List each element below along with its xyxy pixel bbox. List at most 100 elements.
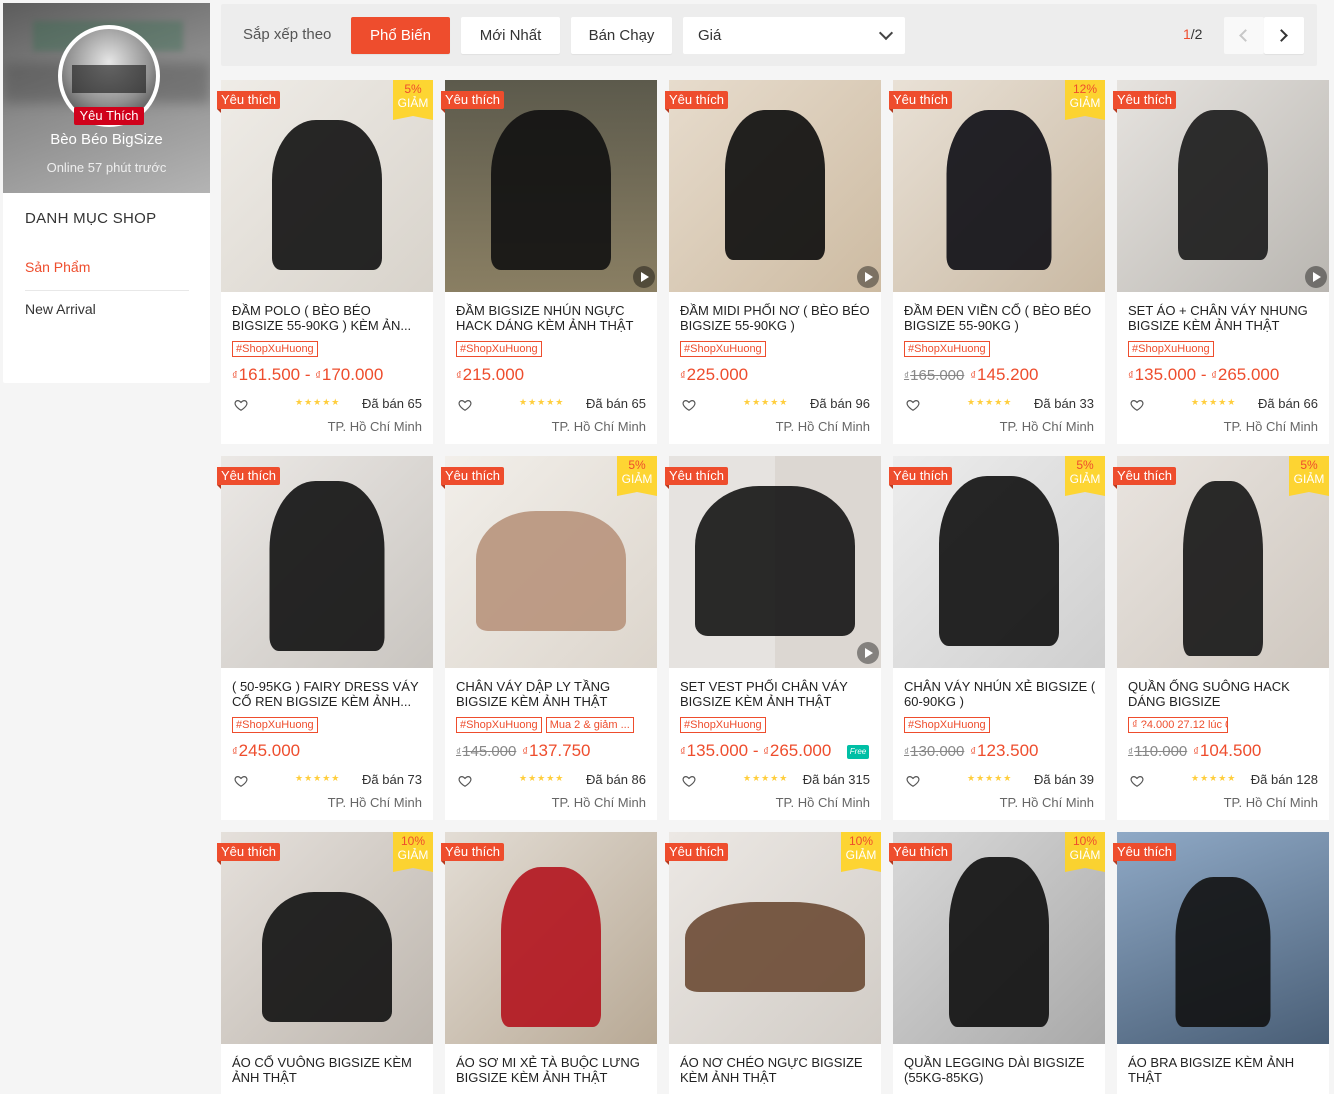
price-max-value: 265.000 — [1217, 365, 1280, 384]
original-price-value: 165.000 — [910, 367, 965, 384]
product-card[interactable]: Yêu thích ÁO SƠ MI XẺ TÀ BUỘC LƯNG BIGSIZ… — [441, 832, 657, 1094]
product-card[interactable]: Yêu thích ĐẦM MIDI PHỐI NƠ ( BÈO BÉO BIGS… — [665, 80, 881, 444]
shop-online-status: Online 57 phút trước — [46, 160, 167, 175]
shop-name[interactable]: Bèo Béo BigSize — [3, 131, 210, 148]
product-tag: #ShopXuHuong — [456, 717, 542, 733]
sort-newest-button[interactable]: Mới Nhất — [461, 17, 560, 54]
play-video-icon[interactable] — [633, 266, 655, 288]
product-title[interactable]: SET ÁO + CHÂN VÁY NHUNG BIGSIZE KÈM ẢNH … — [1128, 303, 1320, 333]
preferred-badge: Yêu thích — [1113, 843, 1176, 865]
product-title[interactable]: ĐẦM POLO ( BÈO BÉO BIGSIZE 55-90KG ) KÈM… — [232, 303, 424, 333]
preferred-badge: Yêu thích — [217, 467, 280, 489]
play-video-icon[interactable] — [857, 642, 879, 664]
preferred-badge: Yêu thích — [665, 467, 728, 489]
product-tags: #ShopXuHuong Mua 2 & giảm ... — [456, 717, 634, 733]
heart-icon[interactable] — [458, 774, 472, 788]
product-title[interactable]: CHÂN VÁY DẬP LY TẦNG BIGSIZE KÈM ẢNH THẬ… — [456, 679, 648, 709]
product-tags: #ShopXuHuong — [680, 341, 766, 357]
discount-label: GIẢM — [397, 848, 429, 862]
product-card[interactable]: Yêu thích SET VEST PHỐI CHÂN VÁY BIGSIZE … — [665, 456, 881, 820]
product-card[interactable]: Yêu thích 10% GIẢM QUẦN LEGGING DÀI BIGSIZE… — [889, 832, 1105, 1094]
product-title[interactable]: QUẦN ỐNG SUÔNG HACK DÁNG BIGSIZE — [1128, 679, 1320, 709]
product-title[interactable]: QUẦN LEGGING DÀI BIGSIZE (55kg-85kg) — [904, 1055, 1096, 1085]
original-price: ₫145.000 — [456, 743, 517, 760]
play-video-icon[interactable] — [1305, 266, 1327, 288]
product-photo-subject — [501, 867, 601, 1027]
preferred-badge: Yêu thích — [665, 843, 728, 865]
product-image[interactable] — [1117, 80, 1329, 292]
product-tags: ₫ ?4.000 27.12 lúc 00:00 — [1128, 717, 1228, 733]
category-item-products[interactable]: Sản Phẩm — [25, 259, 90, 275]
product-tag: ₫ ?4.000 27.12 lúc 00:00 — [1128, 717, 1228, 733]
discount-percent: 5% — [404, 82, 422, 96]
rating-stars-icon: ★★★★★ — [295, 397, 341, 407]
product-card[interactable]: Yêu thích ÁO BRA BIGSIZE KÈM ẢNH THẬT — [1113, 832, 1329, 1094]
product-card[interactable]: Yêu thích 5% GIẢM CHÂN VÁY NHÚN XẺ BIGSIZE … — [889, 456, 1105, 820]
product-price: ₫165.000 ₫145.200 — [904, 365, 1039, 384]
discount-badge: 5% GIẢM — [1065, 456, 1105, 496]
heart-icon[interactable] — [906, 398, 920, 412]
heart-icon[interactable] — [234, 398, 248, 412]
product-image[interactable] — [669, 80, 881, 292]
discount-badge: 10% GIẢM — [393, 832, 433, 872]
product-title[interactable]: SET VEST PHỐI CHÂN VÁY BIGSIZE KÈM ẢNH T… — [680, 679, 872, 709]
product-card[interactable]: Yêu thích 12% GIẢM ĐẦM ĐEN VIỀN CỔ ( BÈO BÉ… — [889, 80, 1105, 444]
heart-icon[interactable] — [234, 774, 248, 788]
sort-bestselling-button[interactable]: Bán Chạy — [571, 17, 672, 54]
product-tag: #ShopXuHuong — [232, 341, 318, 357]
next-page-button[interactable] — [1264, 17, 1304, 54]
product-image[interactable] — [445, 832, 657, 1044]
product-title[interactable]: ĐẦM BIGSIZE NHÚN NGỰC HACK DÁNG KÈM ẢNH … — [456, 303, 648, 333]
product-location: TP. Hồ Chí Minh — [551, 795, 646, 810]
product-title[interactable]: ÁO NƠ CHÉO NGỰC BIGSIZE KÈM ẢNH THẬT — [680, 1055, 872, 1085]
product-card[interactable]: Yêu thích 5% GIẢM ĐẦM POLO ( BÈO BÉO BIGSIZ… — [217, 80, 433, 444]
product-title[interactable]: ( 50-95kg ) FAIRY DRESS VÁY CỔ REN BIGSI… — [232, 679, 424, 709]
product-photo-subject — [939, 476, 1059, 646]
product-card[interactable]: Yêu thích ĐẦM BIGSIZE NHÚN NGỰC HACK DÁNG… — [441, 80, 657, 444]
heart-icon[interactable] — [682, 398, 696, 412]
product-card[interactable]: Yêu thích ( 50-95kg ) FAIRY DRESS VÁY CỔ … — [217, 456, 433, 820]
sold-count: Đã bán 96 — [810, 396, 870, 411]
product-title[interactable]: ÁO BRA BIGSIZE KÈM ẢNH THẬT — [1128, 1055, 1320, 1085]
price-value: 135.000 — [686, 741, 749, 760]
heart-icon[interactable] — [1130, 774, 1144, 788]
prev-page-button[interactable] — [1224, 17, 1264, 54]
shop-header[interactable]: Yêu Thích Bèo Béo BigSize Online 57 phút… — [3, 3, 210, 193]
price-value: 215.000 — [462, 365, 525, 384]
product-photo-subject — [949, 857, 1049, 1027]
sort-popular-button[interactable]: Phổ Biến — [351, 17, 450, 54]
product-image[interactable] — [221, 456, 433, 668]
discount-percent: 5% — [1300, 458, 1318, 472]
price-value: 225.000 — [686, 365, 749, 384]
product-card[interactable]: Yêu thích 5% GIẢM QUẦN ỐNG SUÔNG HACK DÁNG … — [1113, 456, 1329, 820]
product-card[interactable]: Yêu thích 10% GIẢM ÁO CỔ VUÔNG BIGSIZE KÈM … — [217, 832, 433, 1094]
discount-label: GIẢM — [1069, 96, 1101, 110]
product-card[interactable]: Yêu thích SET ÁO + CHÂN VÁY NHUNG BIGSIZE… — [1113, 80, 1329, 444]
product-photo-subject — [725, 110, 825, 260]
product-image[interactable] — [445, 80, 657, 292]
discount-badge: 5% GIẢM — [617, 456, 657, 496]
play-video-icon[interactable] — [857, 266, 879, 288]
heart-icon[interactable] — [458, 398, 472, 412]
product-photo-subject — [685, 902, 865, 992]
product-card[interactable]: Yêu thích 5% GIẢM CHÂN VÁY DẬP LY TẦNG BIGS… — [441, 456, 657, 820]
heart-icon[interactable] — [1130, 398, 1144, 412]
product-title[interactable]: ÁO CỔ VUÔNG BIGSIZE KÈM ẢNH THẬT — [232, 1055, 424, 1085]
category-item-new-arrival[interactable]: New Arrival — [25, 301, 96, 317]
product-image[interactable] — [1117, 832, 1329, 1044]
product-card[interactable]: Yêu thích 10% GIẢM ÁO NƠ CHÉO NGỰC BIGSIZE … — [665, 832, 881, 1094]
product-title[interactable]: CHÂN VÁY NHÚN XẺ BIGSIZE ( 60-90kg ) — [904, 679, 1096, 709]
product-photo-subject — [491, 110, 611, 270]
product-title[interactable]: ĐẦM MIDI PHỐI NƠ ( BÈO BÉO BIGSIZE 55-90… — [680, 303, 872, 333]
product-price: ₫215.000 — [456, 365, 525, 384]
product-title[interactable]: ĐẦM ĐEN VIỀN CỔ ( BÈO BÉO BIGSIZE 55-90K… — [904, 303, 1096, 333]
heart-icon[interactable] — [906, 774, 920, 788]
heart-icon[interactable] — [682, 774, 696, 788]
product-tag: #ShopXuHuong — [680, 717, 766, 733]
freeship-icon: Free — [847, 745, 869, 759]
product-title[interactable]: ÁO SƠ MI XẺ TÀ BUỘC LƯNG BIGSIZE KÈM ẢNH… — [456, 1055, 648, 1085]
preferred-badge: Yêu thích — [889, 467, 952, 489]
price-sort-select[interactable]: Giá — [683, 17, 905, 54]
discount-label: GIẢM — [845, 848, 877, 862]
product-image[interactable] — [669, 456, 881, 668]
